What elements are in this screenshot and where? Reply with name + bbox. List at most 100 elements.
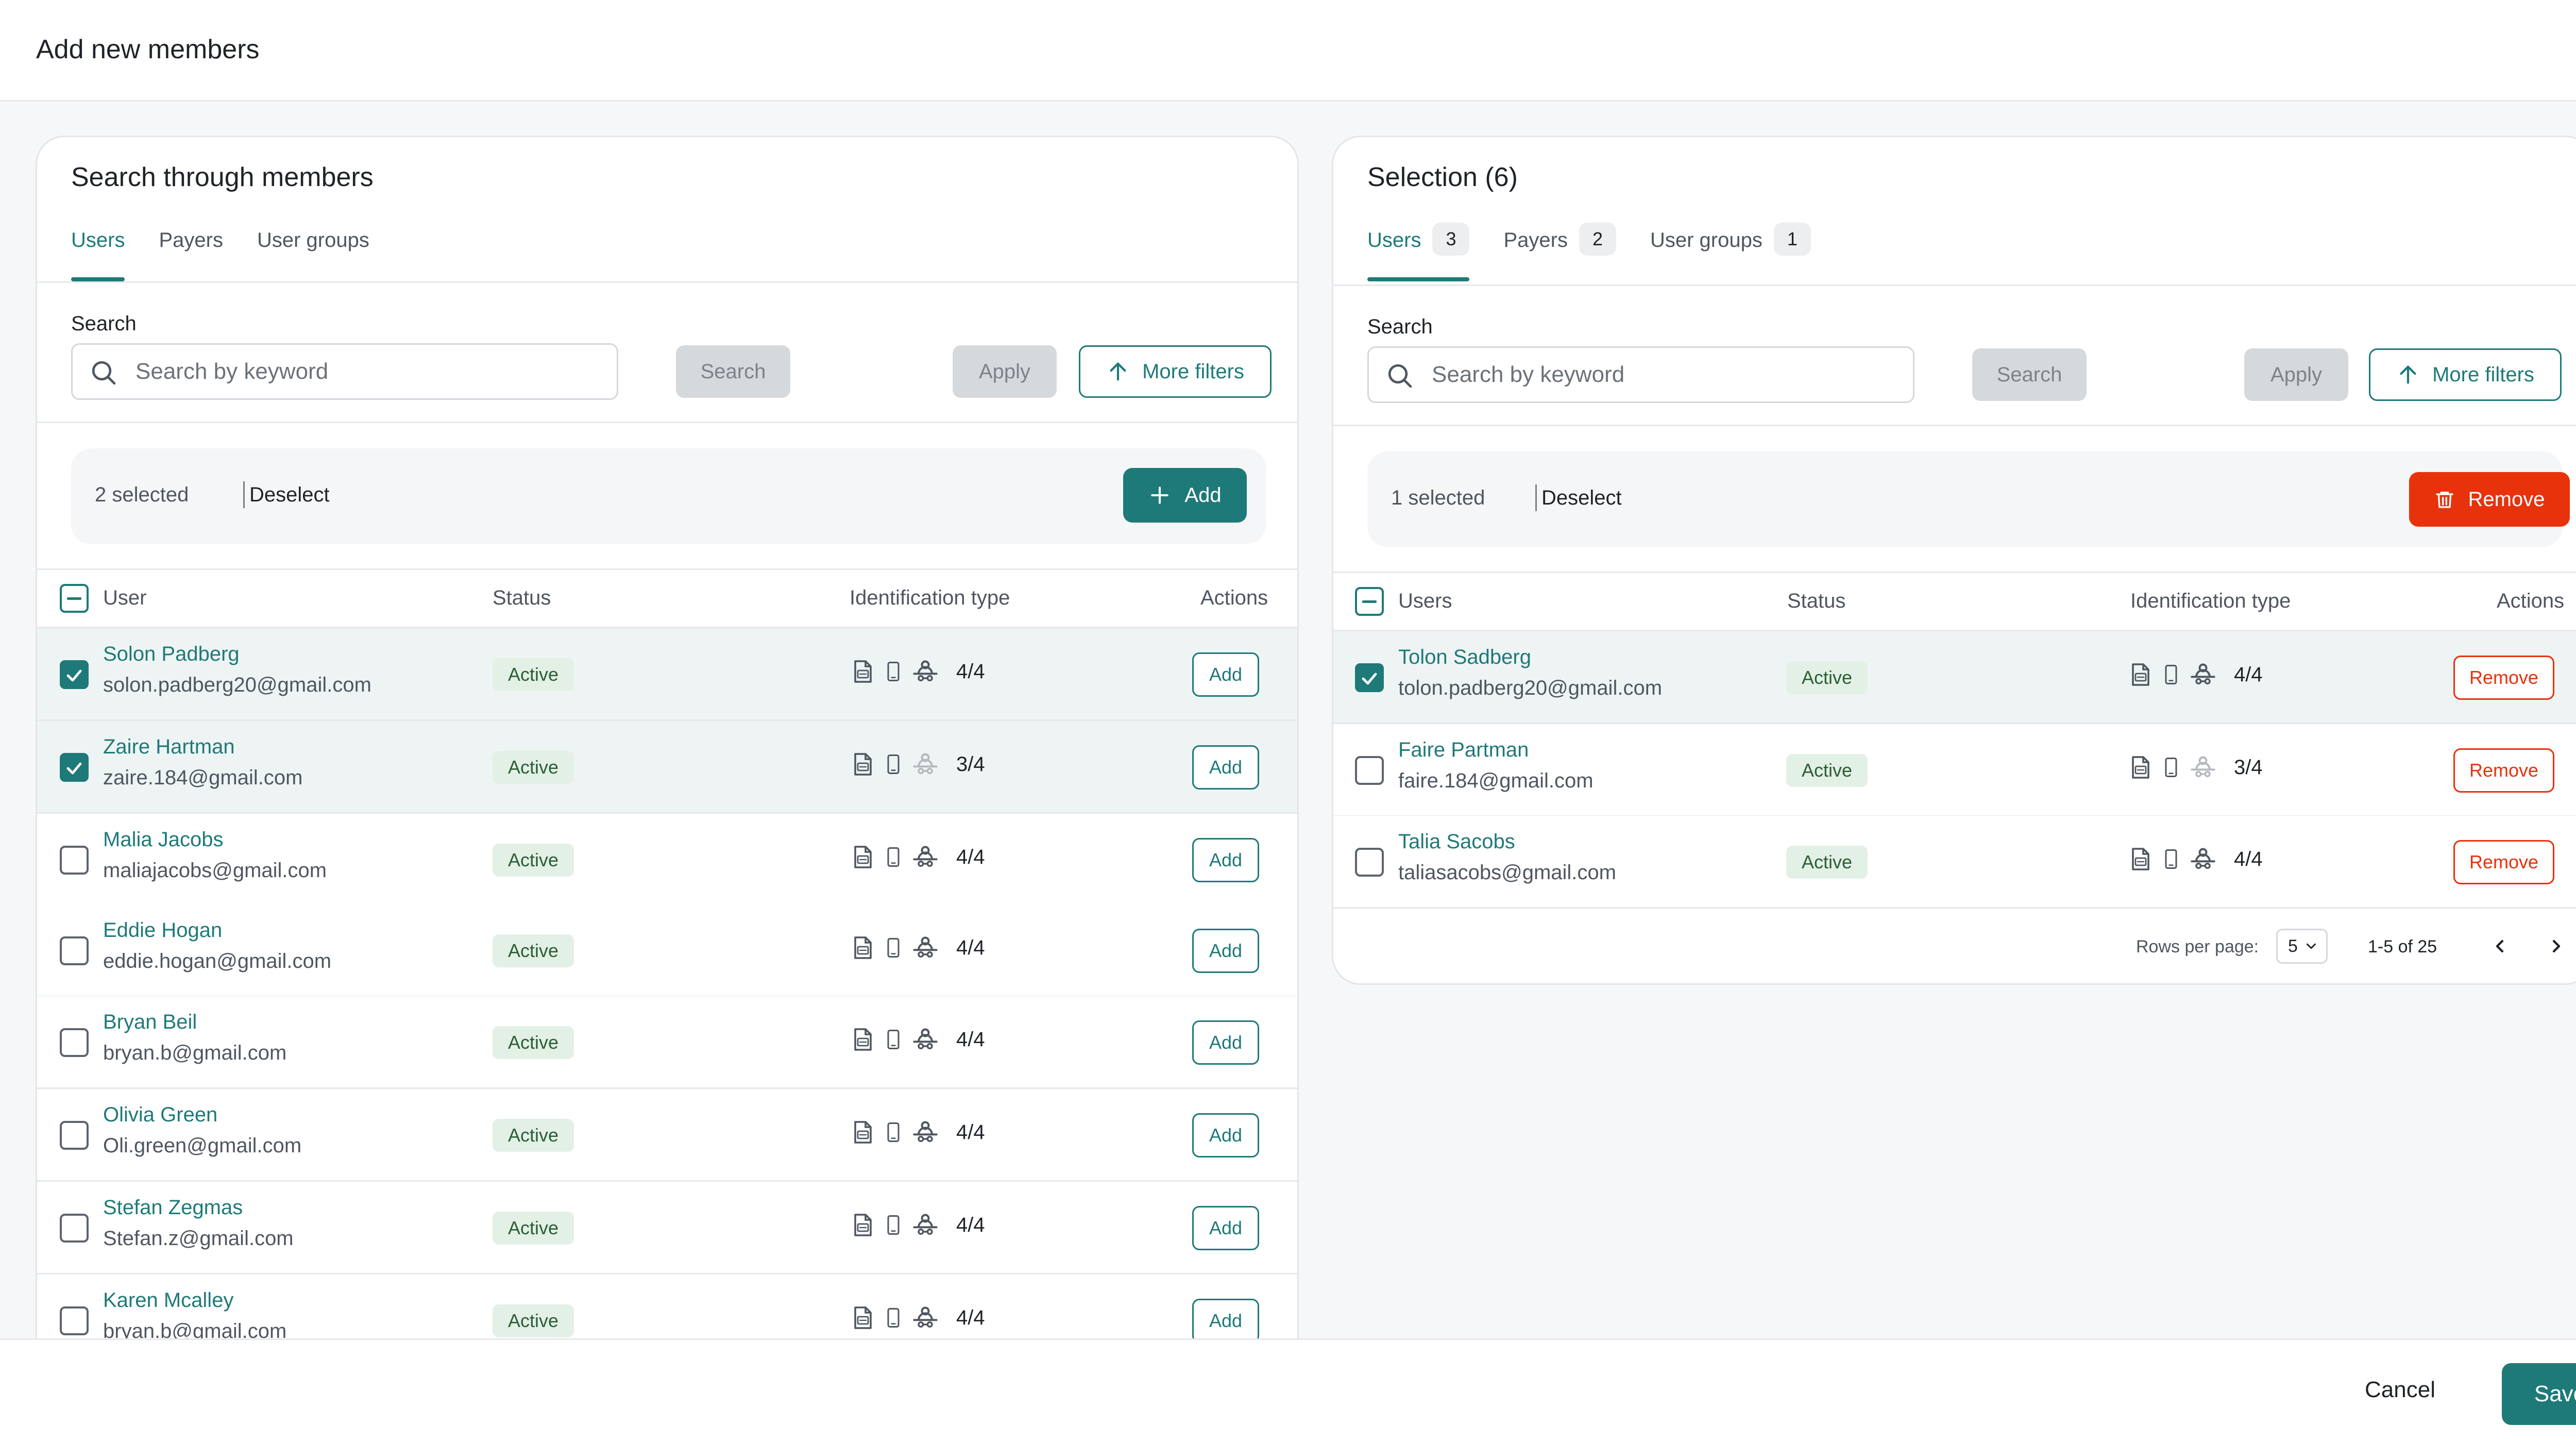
tab-payers-label: Payers [159,229,223,251]
member-name[interactable]: Malia Jacobs [103,828,223,851]
save-button[interactable]: Save [2502,1363,2576,1425]
add-button[interactable]: Add [1192,1299,1259,1343]
member-name[interactable]: Karen Mcalley [103,1289,233,1312]
table-row[interactable]: Stefan Zegmas Stefan.z@gmail.com Active 4/4… [37,1182,1297,1274]
table-row[interactable]: Eddie Hogan eddie.hogan@gmail.com Active 4/… [37,904,1297,997]
column-user: User [103,586,147,609]
rows-per-page-value: 5 [2288,936,2298,956]
table-row[interactable]: Talia Sacobs taliasacobs@gmail.com Active 4… [1333,816,2576,909]
selection-bar: 1 selected Deselect Remove [1367,451,2570,547]
table-row[interactable]: Malia Jacobs maliajacobs@gmail.com Active 4… [37,814,1297,907]
status-badge: Active [1786,846,1868,879]
add-selected-button[interactable]: Add [1123,468,1247,523]
member-name[interactable]: Bryan Beil [103,1011,197,1034]
chevron-left-icon [2496,939,2504,953]
tab-users[interactable]: Users 3 [1367,223,1470,281]
search-icon [92,361,116,385]
id-type-icons: 4/4 [850,933,985,962]
search-box [1367,346,1914,403]
remove-button[interactable]: Remove [2453,656,2554,700]
tabs-divider [1333,284,2576,286]
row-checkbox[interactable] [60,846,89,875]
member-name[interactable]: Eddie Hogan [103,919,222,942]
row-checkbox[interactable] [60,660,89,689]
doc-id-icon [854,1214,872,1236]
search-input[interactable] [134,345,598,398]
row-checkbox[interactable] [60,1121,89,1150]
member-name[interactable]: Tolon Sadberg [1398,646,1531,669]
member-name[interactable]: Solon Padberg [103,643,240,666]
phone-icon [887,662,900,681]
id-count: 4/4 [956,660,985,683]
row-checkbox[interactable] [1355,848,1384,877]
phone-icon [2165,849,2177,869]
cancel-button[interactable]: Cancel [2365,1377,2435,1403]
next-page-button[interactable] [2539,929,2574,964]
row-checkbox[interactable] [60,753,89,782]
column-actions: Actions [2497,590,2565,612]
column-status: Status [1787,590,1846,612]
face-id-icon [2191,756,2215,778]
row-checkbox[interactable] [60,1306,89,1335]
table-row[interactable]: Faire Partman faire.184@gmail.com Active 3/… [1333,724,2576,817]
member-name[interactable]: Faire Partman [1398,739,1529,762]
id-type-icons: 4/4 [2128,660,2263,689]
row-checkbox[interactable] [60,1214,89,1243]
add-button[interactable]: Add [1192,652,1259,697]
id-type-icons: 4/4 [850,843,985,871]
add-button[interactable]: Add [1192,1020,1259,1065]
table-row[interactable]: Bryan Beil bryan.b@gmail.com Active 4/4 Add [37,996,1297,1089]
tab-user-groups[interactable]: User groups 1 [1650,223,1811,281]
row-checkbox[interactable] [1355,756,1384,785]
status-badge: Active [493,1119,574,1152]
tab-users[interactable]: Users [71,229,125,281]
table-row[interactable]: Zaire Hartman zaire.184@gmail.com Active 3/… [37,721,1297,814]
remove-selected-button[interactable]: Remove [2409,472,2570,527]
row-checkbox[interactable] [60,936,89,965]
select-all-checkbox[interactable] [1355,587,1384,616]
member-email: maliajacobs@gmail.com [103,859,327,882]
apply-button[interactable]: Apply [953,345,1057,398]
status-badge: Active [1786,754,1868,787]
selected-count: 1 selected [1391,486,1485,509]
member-name[interactable]: Talia Sacobs [1398,830,1515,853]
face-id-icon [913,1214,938,1235]
select-all-checkbox[interactable] [60,584,89,613]
table-header: Users Status Identification type Actions [1333,572,2576,631]
tab-payers[interactable]: Payers 2 [1503,223,1616,281]
row-checkbox[interactable] [1355,663,1384,692]
apply-button[interactable]: Apply [2244,348,2348,401]
member-name[interactable]: Zaire Hartman [103,735,235,759]
more-filters-button[interactable]: More filters [1079,345,1272,398]
search-button[interactable]: Search [676,345,790,398]
selection-panel: Selection (6) Users 3 Payers 2 User grou… [1332,136,2576,985]
deselect-button[interactable]: Deselect [249,483,330,507]
table-row[interactable]: Solon Padberg solon.padberg20@gmail.com Ac… [37,628,1297,721]
add-button[interactable]: Add [1192,1113,1259,1157]
previous-page-button[interactable] [2482,929,2517,964]
search-input[interactable] [1431,348,1894,401]
add-button[interactable]: Add [1192,745,1259,790]
member-name[interactable]: Stefan Zegmas [103,1196,243,1219]
more-filters-button[interactable]: More filters [2369,348,2562,401]
face-id-icon [913,753,938,775]
face-id-icon [913,1121,938,1143]
table-row[interactable]: Tolon Sadberg tolon.padberg20@gmail.com Ac… [1333,631,2576,724]
add-button[interactable]: Add [1192,838,1259,882]
deselect-button[interactable]: Deselect [1541,486,1622,510]
rows-per-page-select[interactable]: 5 [2276,929,2328,964]
tab-user-groups[interactable]: User groups [257,229,369,281]
search-button[interactable]: Search [1972,348,2087,401]
member-name[interactable]: Olivia Green [103,1103,217,1127]
table-row[interactable]: Olivia Green Oli.green@gmail.com Active 4/4… [37,1089,1297,1182]
id-count: 4/4 [956,1120,985,1144]
remove-button[interactable]: Remove [2453,748,2554,793]
tab-payers[interactable]: Payers [159,229,223,281]
add-button[interactable]: Add [1192,929,1259,973]
section-divider [37,422,1297,423]
phone-icon [887,1122,900,1142]
remove-button[interactable]: Remove [2453,840,2554,884]
id-count: 3/4 [2234,756,2263,779]
row-checkbox[interactable] [60,1028,89,1057]
add-button[interactable]: Add [1192,1206,1259,1250]
